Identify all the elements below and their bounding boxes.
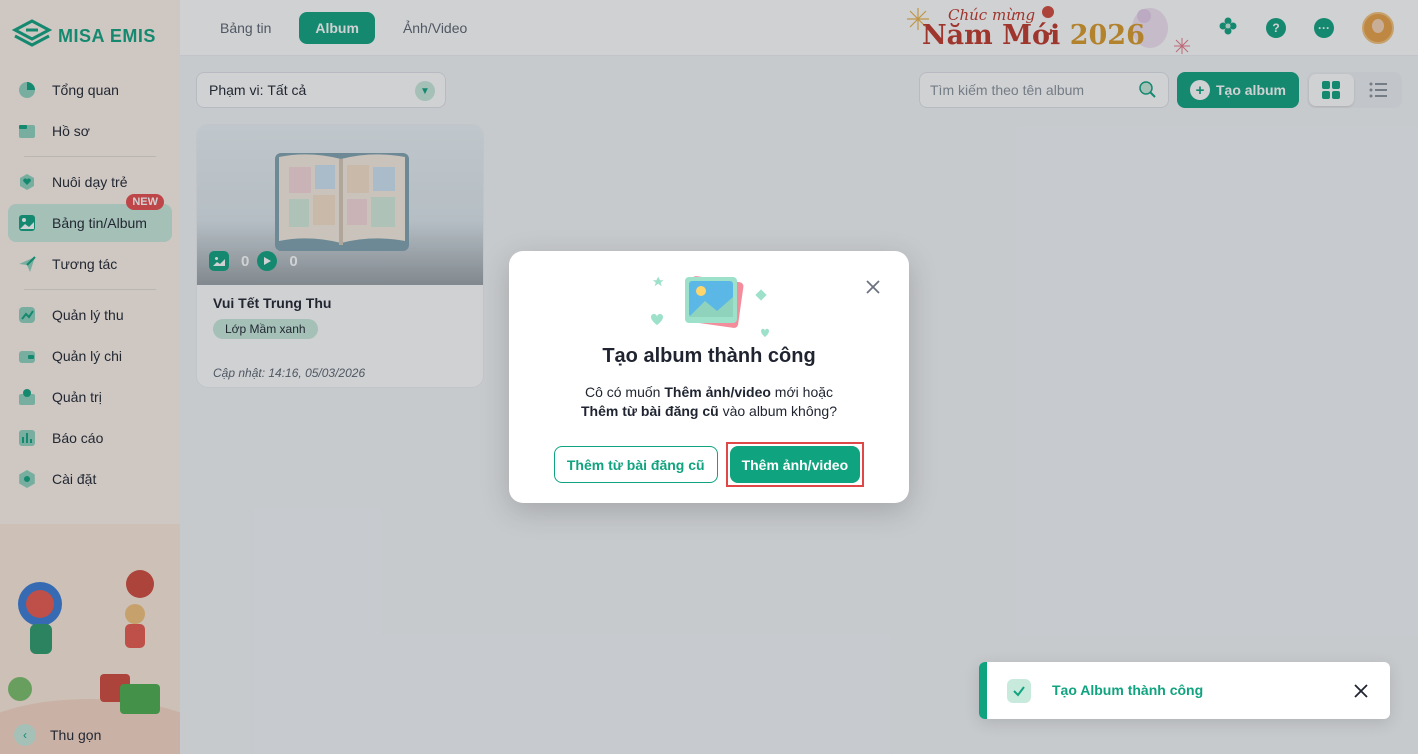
dialog-message-bold-2: Thêm từ bài đăng cũ	[580, 403, 719, 419]
close-icon[interactable]	[1352, 682, 1370, 700]
success-toast: Tạo Album thành công	[979, 662, 1390, 719]
dialog-message-prefix: Cô có muốn	[584, 384, 665, 400]
dialog-title: Tạo album thành công	[602, 345, 816, 367]
dialog-message: Cô có muốn Thêm ảnh/video mới hoặc Thêm …	[509, 383, 909, 421]
toast-accent-bar	[979, 662, 987, 719]
dialog-message-bold-1: Thêm ảnh/video	[664, 384, 771, 400]
album-created-dialog: Tạo album thành công Cô có muốn Thêm ảnh…	[509, 251, 909, 503]
close-icon[interactable]	[863, 277, 883, 297]
dialog-message-suffix: vào album không?	[718, 403, 837, 419]
toast-message: Tạo Album thành công	[1052, 682, 1204, 698]
gallery-illustration-icon	[651, 276, 769, 337]
add-photo-video-button[interactable]: Thêm ảnh/video	[729, 446, 861, 483]
dialog-actions: Thêm từ bài đăng cũ Thêm ảnh/video	[509, 442, 909, 487]
highlight-frame: Thêm ảnh/video	[725, 442, 865, 487]
add-from-old-posts-button[interactable]: Thêm từ bài đăng cũ	[553, 446, 718, 483]
check-icon	[1007, 679, 1031, 703]
dialog-message-middle: mới hoặc	[770, 384, 834, 400]
